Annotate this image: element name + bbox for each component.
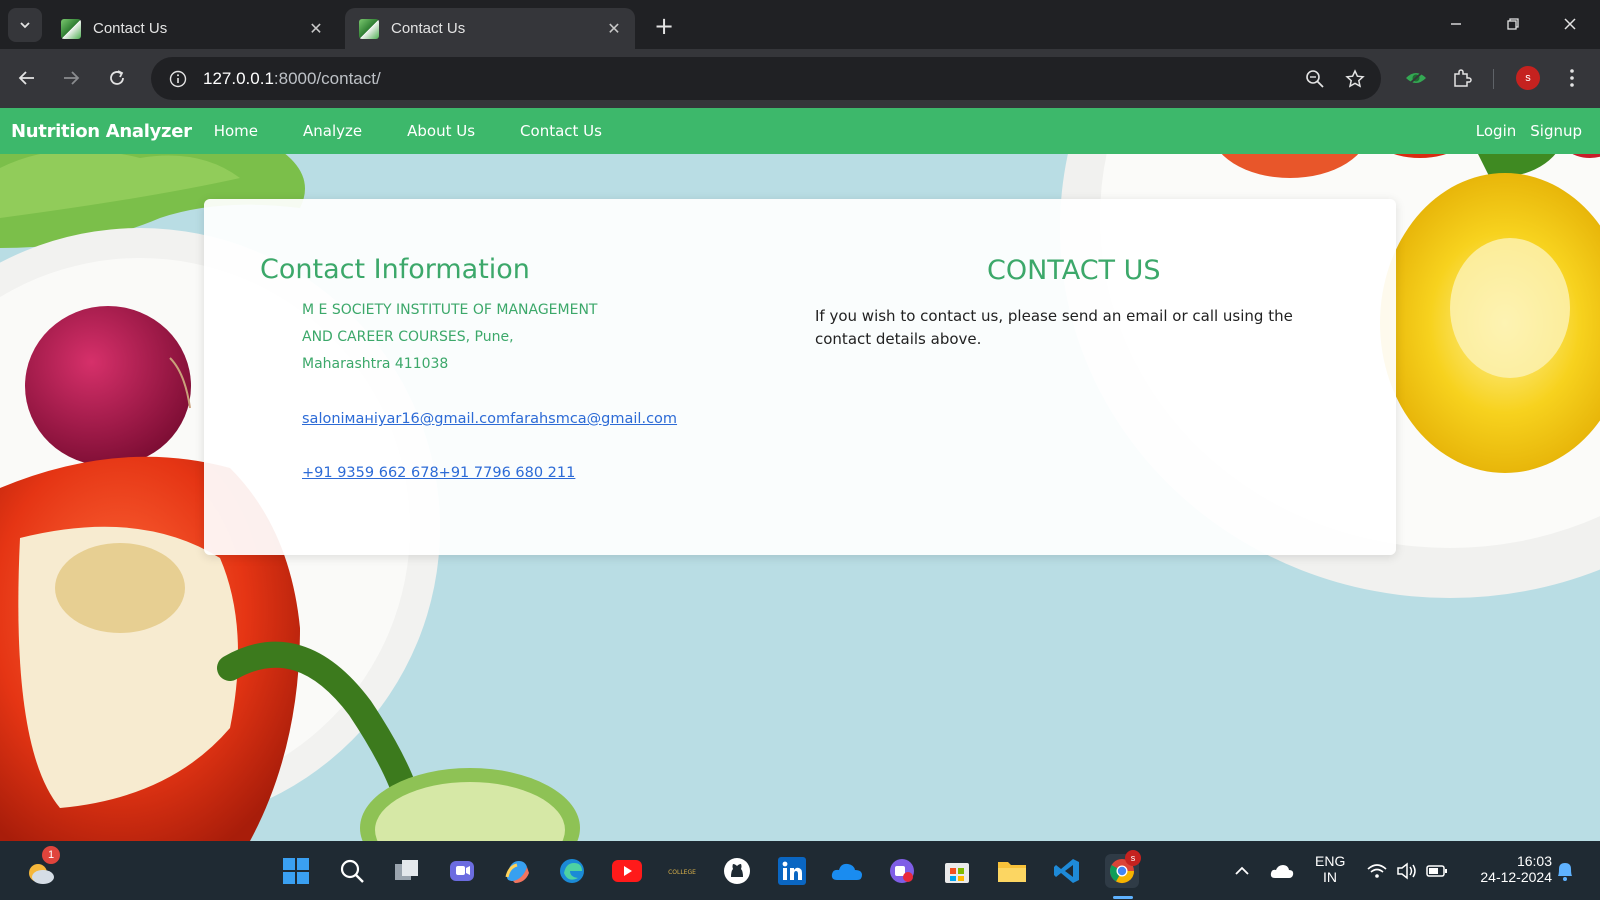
reload-icon xyxy=(110,70,124,85)
tab-strip: Contact Us ✕ Contact Us ✕ + xyxy=(0,0,1600,49)
nav-link-analyze[interactable]: Analyze xyxy=(303,122,362,140)
weather-widget-icon[interactable]: 1 xyxy=(24,846,60,888)
phone-link[interactable]: +91 9359 662 678+91 7796 680 211 xyxy=(302,465,575,481)
new-tab-button[interactable]: + xyxy=(650,12,678,40)
site-brand[interactable]: Nutrition Analyzer xyxy=(11,121,192,142)
tab-contact-inactive[interactable]: Contact Us ✕ xyxy=(47,8,337,49)
github-icon[interactable] xyxy=(720,854,754,888)
close-icon xyxy=(1564,18,1576,30)
notification-bell-icon[interactable] xyxy=(1548,854,1582,888)
language-code: ENG xyxy=(1315,853,1346,869)
weather-badge: 1 xyxy=(42,846,60,864)
auth-links: Login Signup xyxy=(1462,122,1582,140)
vscode-icon[interactable] xyxy=(1050,854,1084,888)
tab-title: Contact Us xyxy=(391,20,466,37)
restore-icon xyxy=(1507,18,1519,30)
tab-contact-active[interactable]: Contact Us ✕ xyxy=(345,8,635,49)
teams-chat-icon[interactable] xyxy=(445,854,479,888)
site-info-icon[interactable] xyxy=(165,66,191,92)
favicon-icon xyxy=(61,18,81,39)
favicon-icon xyxy=(359,18,379,39)
minimize-icon xyxy=(1451,23,1461,25)
nav-link-about[interactable]: About Us xyxy=(407,122,475,140)
contact-us-description: If you wish to contact us, please send a… xyxy=(815,307,1293,348)
onedrive-icon[interactable] xyxy=(830,854,864,888)
svg-text:COLLEGE: COLLEGE xyxy=(668,869,696,876)
browser-toolbar: 127.0.0.1:8000/contact/ s xyxy=(0,49,1600,108)
address-bar[interactable]: 127.0.0.1:8000/contact/ xyxy=(151,57,1381,100)
address-block: M E SOCIETY INSTITUTE OF MANAGEMENT AND … xyxy=(302,297,597,378)
restore-button[interactable] xyxy=(1491,6,1535,42)
reload-button[interactable] xyxy=(101,62,133,94)
close-window-button[interactable] xyxy=(1548,6,1592,42)
battery-icon[interactable] xyxy=(1420,854,1454,888)
address-line: AND CAREER COURSES, Pune, xyxy=(302,329,514,345)
url-text: 127.0.0.1:8000/contact/ xyxy=(203,68,381,88)
wifi-icon[interactable] xyxy=(1360,854,1394,888)
toolbar-divider xyxy=(1493,69,1494,89)
nav-link-contact[interactable]: Contact Us xyxy=(520,122,602,140)
web-page: Nutrition Analyzer Home Analyze About Us… xyxy=(0,108,1600,841)
windows-taskbar: 1 COLLEGE s ENG IN 16:03 24-12-2024 xyxy=(0,841,1600,900)
volume-icon[interactable] xyxy=(1390,854,1424,888)
chrome-icon[interactable]: s xyxy=(1105,850,1141,888)
linkedin-icon[interactable] xyxy=(775,854,809,888)
forward-button[interactable] xyxy=(55,62,87,94)
minimize-button[interactable] xyxy=(1434,6,1478,42)
recorder-app-icon[interactable] xyxy=(885,854,919,888)
clock-time: 16:03 xyxy=(1516,853,1552,869)
back-button[interactable] xyxy=(11,62,43,94)
arrow-left-icon xyxy=(18,71,34,85)
tab-close-icon[interactable]: ✕ xyxy=(305,18,327,40)
nav-link-home[interactable]: Home xyxy=(214,122,258,140)
task-view-icon[interactable] xyxy=(390,854,424,888)
copilot-icon[interactable] xyxy=(500,854,534,888)
tab-close-icon[interactable]: ✕ xyxy=(603,18,625,40)
region-code: IN xyxy=(1323,869,1337,885)
tab-title: Contact Us xyxy=(93,20,168,37)
youtube-icon[interactable] xyxy=(610,854,644,888)
clock-date: 24-12-2024 xyxy=(1480,869,1552,885)
cloud-icon[interactable] xyxy=(1265,854,1299,888)
language-indicator[interactable]: ENG IN xyxy=(1315,853,1345,885)
address-line: M E SOCIETY INSTITUTE OF MANAGEMENT xyxy=(302,302,598,318)
start-windows-icon[interactable] xyxy=(279,854,313,888)
site-navbar: Nutrition Analyzer Home Analyze About Us… xyxy=(0,108,1600,154)
bookmark-star-icon[interactable] xyxy=(1341,65,1369,93)
edge-browser-icon[interactable] xyxy=(555,854,589,888)
address-line: Maharashtra 411038 xyxy=(302,356,449,372)
clock[interactable]: 16:03 24-12-2024 xyxy=(1462,853,1552,885)
kebab-menu-icon[interactable] xyxy=(1557,63,1587,93)
extension-eye-icon[interactable] xyxy=(1401,63,1431,93)
nav-links: Home Analyze About Us Contact Us xyxy=(214,122,647,140)
file-explorer-icon[interactable] xyxy=(995,854,1029,888)
microsoft-store-icon[interactable] xyxy=(940,854,974,888)
profile-avatar[interactable]: s xyxy=(1516,66,1540,90)
chrome-profile-badge: s xyxy=(1125,850,1141,866)
chevron-down-icon xyxy=(20,22,30,29)
college-app-icon[interactable]: COLLEGE xyxy=(665,854,699,888)
tab-search-button[interactable] xyxy=(8,8,42,42)
zoom-icon[interactable] xyxy=(1301,65,1329,93)
chevron-up-icon[interactable] xyxy=(1225,854,1259,888)
login-link[interactable]: Login xyxy=(1476,122,1516,140)
active-app-indicator xyxy=(1113,896,1133,899)
arrow-right-icon xyxy=(64,71,80,85)
email-link[interactable]: saloniманiyar16@gmail.comfarahsmca@gmail… xyxy=(302,411,677,427)
signup-link[interactable]: Signup xyxy=(1530,122,1582,140)
contact-card: Contact Information M E SOCIETY INSTITUT… xyxy=(204,199,1396,555)
contact-information-heading: Contact Information xyxy=(260,254,530,285)
search-icon[interactable] xyxy=(335,854,369,888)
contact-us-heading: CONTACT US xyxy=(987,255,1161,286)
extensions-puzzle-icon[interactable] xyxy=(1447,63,1477,93)
